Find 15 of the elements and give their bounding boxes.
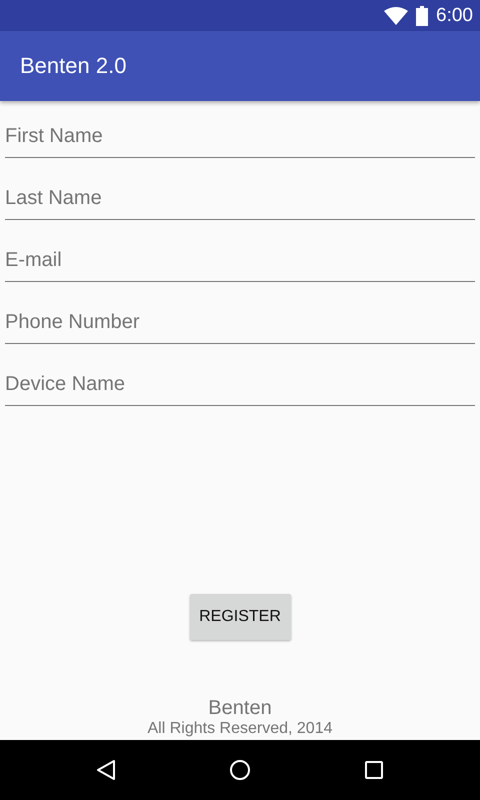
footer-name: Benten (208, 696, 272, 720)
input-field[interactable]: First Name (5, 107, 475, 158)
input-field[interactable]: Device Name (5, 355, 475, 406)
input-field[interactable]: E-mail (5, 231, 475, 282)
input-field[interactable]: Last Name (5, 169, 475, 220)
back-icon[interactable] (96, 759, 116, 781)
wifi-icon (384, 6, 408, 24)
status-time: 6:00 (436, 4, 473, 26)
battery-icon (416, 6, 428, 26)
copyright-text: All Rights Reserved, 2014 (148, 720, 332, 738)
register-button[interactable]: REGISTER (190, 594, 290, 640)
app-title: Benten 2.0 (20, 53, 126, 79)
recents-icon[interactable] (364, 760, 384, 780)
home-icon[interactable] (228, 759, 251, 781)
input-field[interactable]: Phone Number (5, 293, 475, 344)
